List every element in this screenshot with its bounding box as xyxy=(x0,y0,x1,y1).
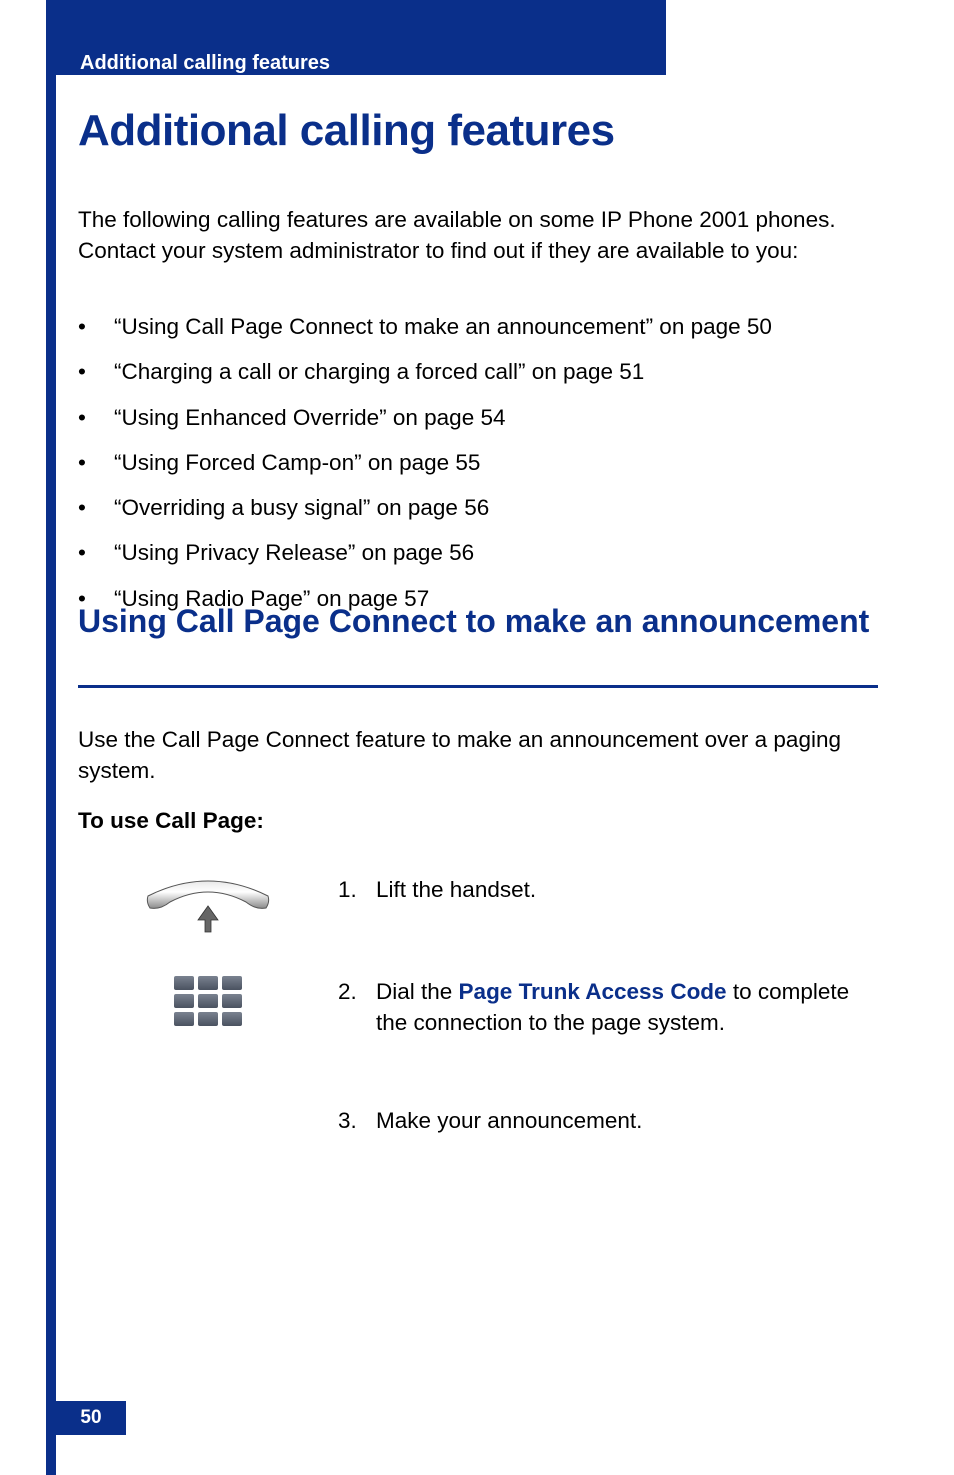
list-item: • “Using Call Page Connect to make an an… xyxy=(78,312,878,341)
bullet-marker: • xyxy=(78,312,114,341)
bullet-marker: • xyxy=(78,493,114,522)
list-item-text: “Overriding a busy signal” on page 56 xyxy=(114,493,878,522)
section-underline xyxy=(78,685,878,688)
step-text: Make your announcement. xyxy=(376,1105,876,1136)
cross-reference-list: • “Using Call Page Connect to make an an… xyxy=(78,312,878,629)
intro-paragraph: The following calling features are avail… xyxy=(78,204,878,266)
step-number: 3. xyxy=(338,1105,376,1136)
section-heading: Using Call Page Connect to make an annou… xyxy=(78,603,878,641)
bullet-marker: • xyxy=(78,448,114,477)
step-number: 1. xyxy=(338,874,376,905)
running-header-text: Additional calling features xyxy=(80,52,330,75)
list-item-text: “Using Enhanced Override” on page 54 xyxy=(114,403,878,432)
bullet-marker: • xyxy=(78,538,114,567)
list-item: • “Using Privacy Release” on page 56 xyxy=(78,538,878,567)
list-item-text: “Charging a call or charging a forced ca… xyxy=(114,357,878,386)
page-number: 50 xyxy=(56,1401,126,1435)
list-item: • “Overriding a busy signal” on page 56 xyxy=(78,493,878,522)
step-text: Lift the handset. xyxy=(376,874,876,905)
step-text-prefix: Dial the xyxy=(376,979,459,1004)
list-item: • “Using Enhanced Override” on page 54 xyxy=(78,403,878,432)
list-item-text: “Using Privacy Release” on page 56 xyxy=(114,538,878,567)
keypad-icon xyxy=(78,976,338,1026)
access-code-highlight: Page Trunk Access Code xyxy=(459,979,727,1004)
list-item: • “Charging a call or charging a forced … xyxy=(78,357,878,386)
section-description: Use the Call Page Connect feature to mak… xyxy=(78,724,878,786)
document-page: Additional calling features Additional c… xyxy=(0,0,954,1475)
page-title: Additional calling features xyxy=(78,106,615,156)
handset-lift-icon xyxy=(78,874,338,944)
procedure-heading: To use Call Page: xyxy=(78,808,264,834)
list-item-text: “Using Forced Camp-on” on page 55 xyxy=(114,448,878,477)
step-number: 2. xyxy=(338,976,376,1007)
left-margin-stripe xyxy=(46,0,56,1475)
step-text: Dial the Page Trunk Access Code to compl… xyxy=(376,976,876,1038)
list-item-text: “Using Call Page Connect to make an anno… xyxy=(114,312,878,341)
procedure-step: 1. Lift the handset. xyxy=(78,874,876,944)
bullet-marker: • xyxy=(78,403,114,432)
list-item: • “Using Forced Camp-on” on page 55 xyxy=(78,448,878,477)
procedure-step: 2. Dial the Page Trunk Access Code to co… xyxy=(78,976,876,1038)
procedure-step: 3. Make your announcement. xyxy=(78,1105,876,1136)
bullet-marker: • xyxy=(78,357,114,386)
